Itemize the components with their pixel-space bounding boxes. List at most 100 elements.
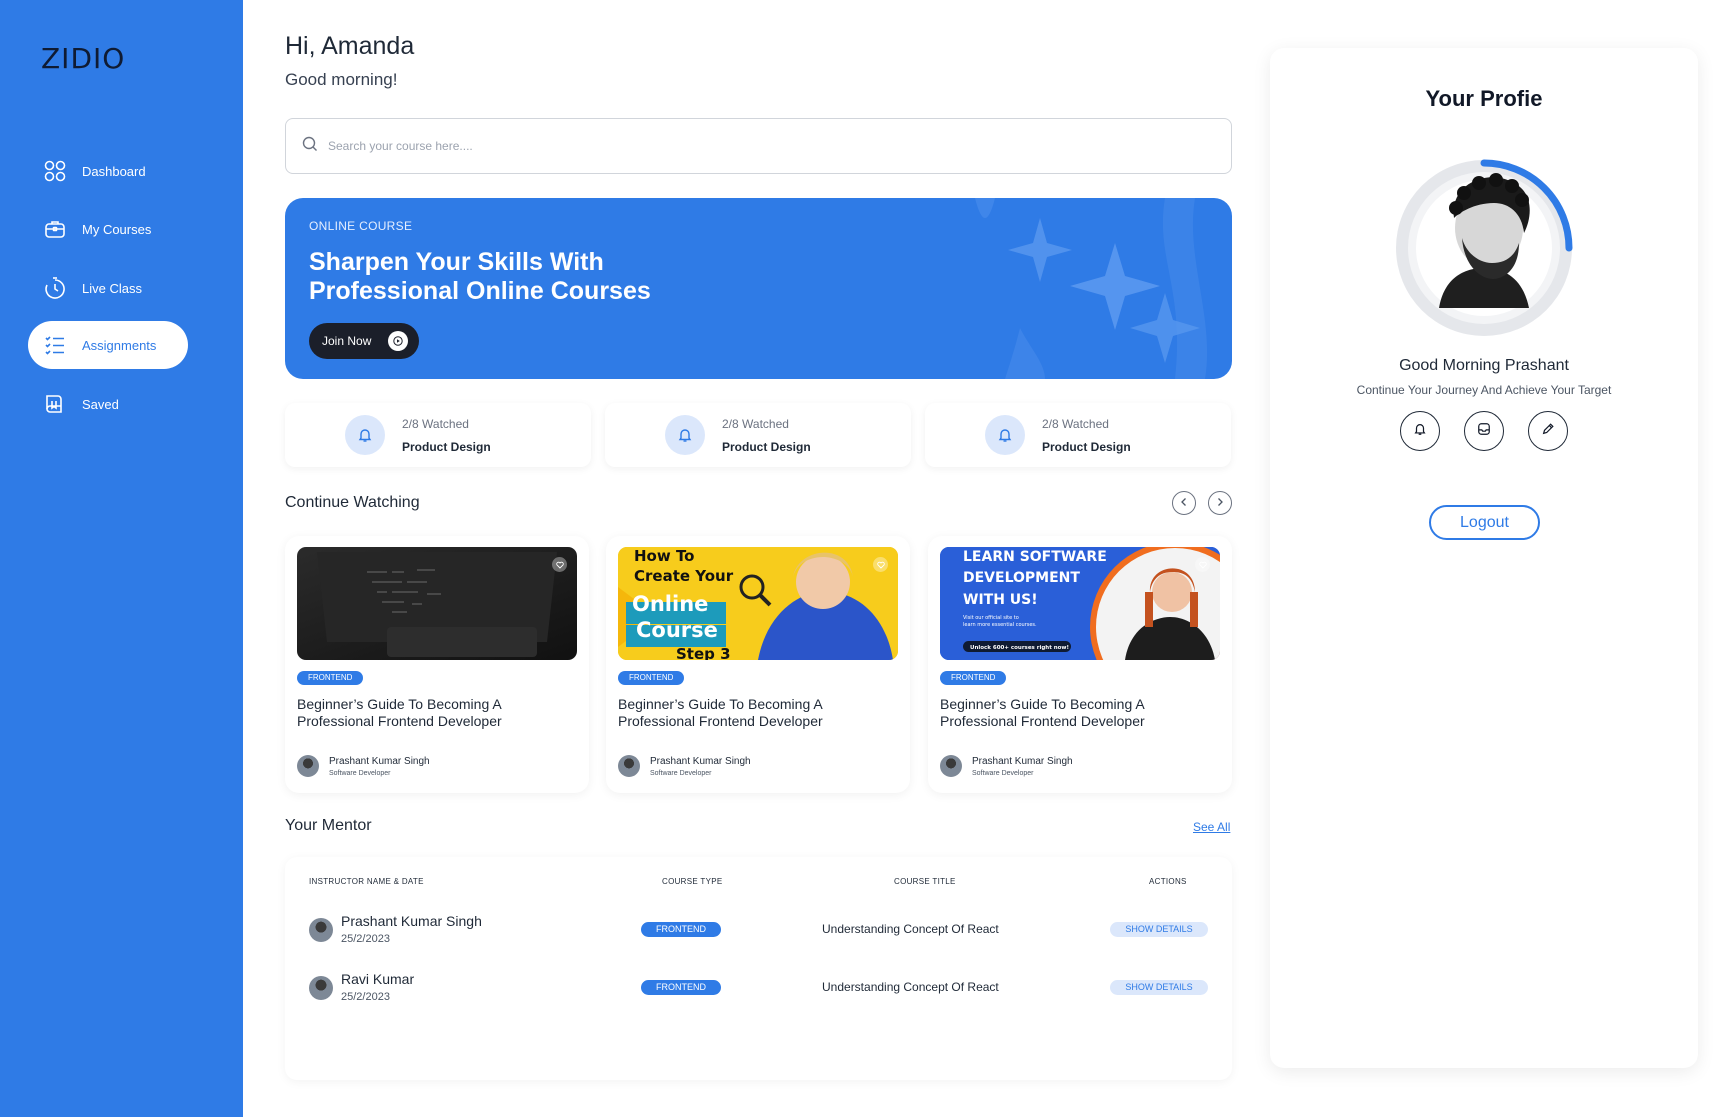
progress-card[interactable]: 2/8 Watched Product Design xyxy=(605,403,911,467)
banner-title: Sharpen Your Skills With Professional On… xyxy=(309,248,651,305)
author-role: Software Developer xyxy=(972,769,1034,777)
pencil-icon xyxy=(1541,422,1555,441)
instructor-name: Ravi Kumar xyxy=(341,971,415,987)
stopwatch-icon xyxy=(43,276,67,300)
sidebar-item-assignments[interactable]: Assignments xyxy=(28,321,188,369)
thumb-text: Course xyxy=(636,618,718,642)
checklist-icon xyxy=(43,333,67,357)
sidebar-item-my-courses[interactable]: My Courses xyxy=(28,205,188,253)
mentor-title: Your Mentor xyxy=(285,817,372,834)
avatar xyxy=(309,918,333,942)
favorite-icon[interactable] xyxy=(873,557,888,572)
search-icon xyxy=(302,136,318,157)
table-row: Prashant Kumar Singh 25/2/2023 FRONTEND … xyxy=(285,909,1232,949)
favorite-icon[interactable] xyxy=(1195,557,1210,572)
search-bar[interactable] xyxy=(285,118,1232,174)
thumb-text: learn more essential courses. xyxy=(963,622,1037,628)
table-row: Ravi Kumar 25/2/2023 FRONTEND Understand… xyxy=(285,967,1232,1007)
prev-button[interactable] xyxy=(1172,491,1196,515)
column-header: COURSE TYPE xyxy=(662,877,723,886)
inbox-icon xyxy=(1477,422,1491,441)
thumb-text: How To xyxy=(634,547,694,565)
watched-count: 2/8 Watched xyxy=(722,417,789,431)
course-title: Understanding Concept Of React xyxy=(822,922,999,936)
show-details-button[interactable]: SHOW DETAILS xyxy=(1110,980,1208,995)
column-header: COURSE TITLE xyxy=(894,877,956,886)
greeting: Hi, Amanda xyxy=(285,32,415,60)
thumb-text: Online xyxy=(632,592,708,616)
laptop-code-image xyxy=(317,552,557,657)
course-type-badge: FRONTEND xyxy=(641,980,721,995)
author-name: Prashant Kumar Singh xyxy=(972,755,1073,767)
grid-icon xyxy=(43,159,67,183)
chevron-right-icon xyxy=(1215,494,1225,512)
edit-profile-button[interactable] xyxy=(1528,411,1568,451)
bell-icon xyxy=(985,415,1025,455)
course-author: Prashant Kumar Singh Software Developer xyxy=(940,755,1073,777)
course-author: Prashant Kumar Singh Software Developer xyxy=(297,755,430,777)
course-name: Product Design xyxy=(402,440,491,454)
course-tag: FRONTEND xyxy=(940,671,1007,685)
sidebar-item-saved[interactable]: Saved xyxy=(28,380,188,428)
profile-avatar[interactable] xyxy=(1394,158,1574,338)
sidebar-item-dashboard[interactable]: Dashboard xyxy=(28,147,188,195)
profile-name: Good Morning Prashant xyxy=(1399,357,1569,374)
banner-tag: ONLINE COURSE xyxy=(309,219,413,233)
mentor-table: INSTRUCTOR NAME & DATE COURSE TYPE COURS… xyxy=(285,857,1232,1080)
promo-banner: ONLINE COURSE Sharpen Your Skills With P… xyxy=(285,198,1232,379)
author-name: Prashant Kumar Singh xyxy=(329,755,430,767)
instructor-date: 25/2/2023 xyxy=(341,991,390,1003)
next-button[interactable] xyxy=(1208,491,1232,515)
course-card[interactable]: How To Create Your Online Course Step 3 … xyxy=(606,536,910,793)
notifications-button[interactable] xyxy=(1400,411,1440,451)
book-icon xyxy=(43,392,67,416)
progress-card[interactable]: 2/8 Watched Product Design xyxy=(925,403,1231,467)
continue-watching-title: Continue Watching xyxy=(285,494,420,511)
profile-panel: Your Profie Good Morning Prashant Contin… xyxy=(1270,48,1698,1068)
bell-icon xyxy=(1413,422,1427,441)
sidebar: ZIDIO Dashboard My Courses Live Class As… xyxy=(0,0,243,1117)
join-now-button[interactable]: Join Now xyxy=(309,323,419,359)
course-thumbnail: LEARN SOFTWARE DEVELOPMENT WITH US! Visi… xyxy=(940,547,1220,660)
thumb-text: Visit our official site to xyxy=(963,615,1019,621)
course-thumbnail: How To Create Your Online Course Step 3 xyxy=(618,547,898,660)
thumb-text: DEVELOPMENT xyxy=(963,570,1080,586)
thumb-text: Step 3 xyxy=(676,645,731,660)
sidebar-item-label: Assignments xyxy=(82,337,157,353)
course-title: Beginner’s Guide To Becoming A Professio… xyxy=(618,696,823,729)
author-role: Software Developer xyxy=(329,769,391,777)
thumb-text: Create Your xyxy=(634,567,734,585)
sidebar-item-label: Dashboard xyxy=(82,163,146,179)
show-details-button[interactable]: SHOW DETAILS xyxy=(1110,922,1208,937)
thumb-text: WITH US! xyxy=(963,592,1038,608)
logout-button[interactable]: Logout xyxy=(1429,505,1540,540)
join-now-label: Join Now xyxy=(322,334,372,348)
sidebar-item-label: Saved xyxy=(82,396,119,412)
bell-icon xyxy=(665,415,705,455)
favorite-icon[interactable] xyxy=(552,557,567,572)
progress-card[interactable]: 2/8 Watched Product Design xyxy=(285,403,591,467)
how-to-course-image: How To Create Your Online Course Step 3 xyxy=(618,547,898,660)
profile-subtitle: Continue Your Journey And Achieve Your T… xyxy=(1356,383,1612,397)
see-all-link[interactable]: See All xyxy=(1193,820,1230,834)
course-thumbnail xyxy=(297,547,577,660)
course-tag: FRONTEND xyxy=(297,671,364,685)
thumb-text: Unlock 600+ courses right now! xyxy=(970,645,1069,651)
bell-icon xyxy=(345,415,385,455)
watched-count: 2/8 Watched xyxy=(402,417,469,431)
avatar xyxy=(297,755,319,777)
course-card[interactable]: FRONTEND Beginner’s Guide To Becoming A … xyxy=(285,536,589,793)
course-card[interactable]: LEARN SOFTWARE DEVELOPMENT WITH US! Visi… xyxy=(928,536,1232,793)
inbox-button[interactable] xyxy=(1464,411,1504,451)
course-author: Prashant Kumar Singh Software Developer xyxy=(618,755,751,777)
sidebar-item-label: Live Class xyxy=(82,280,142,296)
avatar xyxy=(618,755,640,777)
avatar xyxy=(940,755,962,777)
search-input[interactable] xyxy=(328,139,928,153)
play-icon xyxy=(388,331,408,351)
logo: ZIDIO xyxy=(41,42,126,75)
course-title: Understanding Concept Of React xyxy=(822,980,999,994)
column-header: ACTIONS xyxy=(1149,877,1187,886)
sidebar-item-live-class[interactable]: Live Class xyxy=(28,264,188,312)
instructor-date: 25/2/2023 xyxy=(341,933,390,945)
